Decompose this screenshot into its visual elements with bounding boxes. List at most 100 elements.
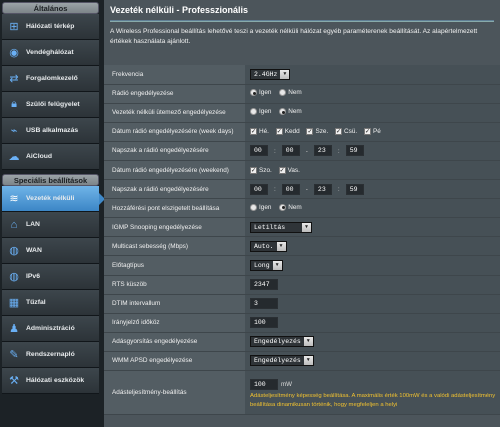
preamble-select[interactable]: Long ▼ (250, 259, 283, 271)
setting-label: Multicast sebesség (Mbps) (104, 236, 245, 257)
sidebar-item-label: Hálózati eszközök (26, 377, 85, 384)
setting-label: Rádió engedélyezése (104, 84, 245, 104)
igmp-select[interactable]: Letiltás ▼ (250, 221, 312, 233)
sidebar-item-traffic-manager[interactable]: ⇄ Forgalomkezelő (2, 66, 99, 92)
usb-icon: ⌁ (10, 125, 18, 137)
sidebar-item-network-map[interactable]: ⊞ Hálózati térkép (2, 14, 99, 40)
settings-table: Frekvencia 2.4GHz ▼ Rádió engedélyezése I… (104, 65, 500, 415)
frequency-select[interactable]: 2.4GHz ▼ (250, 68, 291, 80)
setting-label: Hozzáférési pont elszigetelt beállítása (104, 198, 245, 219)
weekend-checkbox-sun[interactable]: ✓ Vas. (278, 166, 300, 174)
setting-label: Frekvencia (104, 65, 245, 85)
weekday-checkbox-thu[interactable]: ✓ Csü. (335, 128, 357, 136)
sidebar-item-label: Vendéghálózat (26, 49, 74, 56)
sidebar-item-label: Szülői felügyelet (26, 101, 80, 108)
sidebar-item-wireless[interactable]: ≋ Vezeték nélküli (2, 186, 105, 212)
weekend-start-hour-input[interactable]: 00 (250, 183, 268, 195)
weekday-start-minute-input[interactable]: 00 (281, 145, 300, 157)
setting-row-scheduler: Vezeték nélküli ütemező engedélyezése Ig… (104, 103, 500, 123)
guest-network-icon: ◉ (9, 47, 19, 59)
weekday-start-hour-input[interactable]: 00 (250, 145, 268, 157)
setting-row-igmp: IGMP Snooping engedélyezése Letiltás ▼ (104, 217, 500, 238)
sidebar-item-wan[interactable]: ◍ WAN (2, 238, 99, 264)
multicast-select[interactable]: Auto. ▼ (250, 240, 287, 252)
setting-label: Dátum rádió engedélyezésére (week days) (104, 122, 245, 142)
weekday-checkbox-fri[interactable]: ✓ Pé (363, 128, 381, 136)
setting-row-tx-burst: Adásgyorsítás engedélyezése Engedélyezés… (104, 332, 500, 352)
radio-enable-no[interactable]: Nem (279, 89, 302, 97)
globe-icon: ◍ (9, 245, 19, 257)
setting-label: Dátum rádió engedélyezésére (weekend) (104, 160, 245, 181)
traffic-manager-icon: ⇄ (9, 73, 19, 85)
sidebar-item-label: USB alkalmazás (26, 127, 79, 134)
weekend-end-hour-input[interactable]: 23 (313, 183, 332, 195)
tx-power-input[interactable]: 100 (250, 379, 278, 390)
weekday-checkbox-tue[interactable]: ✓ Kedd (275, 128, 300, 136)
sidebar-item-guest-network[interactable]: ◉ Vendéghálózat (2, 40, 99, 66)
scheduler-no[interactable]: Nem (279, 108, 302, 116)
checkmark-icon: ✓ (306, 128, 314, 136)
checkmark-icon: ✓ (250, 166, 257, 174)
general-section-header: Általános (2, 2, 99, 14)
radio-selected-icon (279, 108, 287, 116)
tx-power-hint: Adásteljesítmény képesség beállítása. A … (250, 393, 496, 408)
sidebar-item-firewall[interactable]: ▦ Tűzfal (2, 290, 99, 316)
sidebar-item-label: Rendszernapló (26, 351, 75, 358)
sidebar-item-lan[interactable]: ⌂ LAN (2, 212, 99, 238)
chevron-down-icon: ▼ (276, 241, 286, 251)
tx-power-unit: mW (281, 381, 292, 389)
sidebar-item-administration[interactable]: ♟ Adminisztráció (2, 316, 99, 342)
radio-enable-yes[interactable]: Igen (250, 89, 271, 97)
firewall-icon: ▦ (8, 297, 20, 309)
chevron-down-icon: ▼ (303, 337, 313, 347)
checkmark-icon: ✓ (278, 166, 286, 174)
sidebar-item-label: Forgalomkezelő (26, 75, 78, 82)
sidebar-item-label: Hálózati térkép (26, 23, 75, 30)
home-icon: ⌂ (10, 218, 18, 231)
chevron-down-icon: ▼ (280, 69, 290, 79)
ap-isolation-yes[interactable]: Igen (250, 203, 271, 211)
radio-unselected-icon (250, 203, 257, 211)
weekend-end-minute-input[interactable]: 59 (345, 183, 364, 195)
page-title: Vezeték nélküli - Professzionális (110, 5, 249, 15)
checkmark-icon: ✓ (250, 128, 257, 136)
sidebar-item-label: AiCloud (26, 153, 53, 160)
weekday-checkbox-wed[interactable]: ✓ Sze. (306, 128, 328, 136)
wmm-apsd-select[interactable]: Engedélyezés ▼ (250, 355, 314, 367)
beacon-interval-input[interactable]: 100 (250, 317, 278, 329)
setting-label: Előtagtípus (104, 255, 245, 276)
setting-label: DTIM intervallum (104, 294, 245, 314)
radio-unselected-icon (250, 108, 257, 116)
cloud-icon: ☁ (8, 151, 20, 163)
setting-label: Napszak a rádió engedélyezésére (104, 141, 245, 161)
page-description: A Wireless Professional beállítás lehető… (110, 28, 478, 45)
chevron-down-icon: ▼ (303, 356, 313, 366)
scheduler-yes[interactable]: Igen (250, 108, 271, 116)
dtim-interval-input[interactable]: 3 (250, 298, 278, 310)
sidebar-item-label: Tűzfal (26, 299, 46, 306)
setting-row-ap-isolation: Hozzáférési pont elszigetelt beállítása … (104, 198, 500, 219)
sidebar-item-label: LAN (26, 221, 40, 228)
sidebar-item-ipv6[interactable]: ◍ IPv6 (2, 264, 99, 290)
weekday-checkbox-mon[interactable]: ✓ Hé. (250, 128, 269, 136)
setting-row-dtim: DTIM intervallum 3 (104, 294, 500, 314)
sidebar-item-usb-application[interactable]: ⌁ USB alkalmazás (2, 118, 99, 144)
sidebar-item-network-tools[interactable]: ⚒ Hálózati eszközök (2, 368, 99, 394)
rts-threshold-input[interactable]: 2347 (250, 279, 278, 291)
weekend-start-minute-input[interactable]: 00 (281, 183, 300, 195)
network-map-icon: ⊞ (9, 21, 19, 33)
setting-row-wmm-apsd: WMM APSD engedélyezése Engedélyezés ▼ (104, 351, 500, 372)
sidebar-item-parental-control[interactable]: 🔒︎ Szülői felügyelet (2, 92, 99, 118)
ap-isolation-no[interactable]: Nem (279, 203, 302, 211)
sidebar-item-label: WAN (26, 247, 42, 254)
setting-row-preamble: Előtagtípus Long ▼ (104, 255, 500, 276)
sidebar-item-aicloud[interactable]: ☁ AiCloud (2, 144, 99, 170)
weekday-end-minute-input[interactable]: 59 (345, 145, 364, 157)
setting-label: RTS küszöb (104, 275, 245, 295)
radio-selected-icon (250, 89, 257, 97)
weekday-end-hour-input[interactable]: 23 (313, 145, 332, 157)
weekend-checkbox-sat[interactable]: ✓ Szo. (250, 166, 272, 174)
setting-label: Adásgyorsítás engedélyezése (104, 332, 245, 352)
sidebar-item-system-log[interactable]: ✎ Rendszernapló (2, 342, 99, 368)
tx-burst-select[interactable]: Engedélyezés ▼ (250, 336, 314, 348)
